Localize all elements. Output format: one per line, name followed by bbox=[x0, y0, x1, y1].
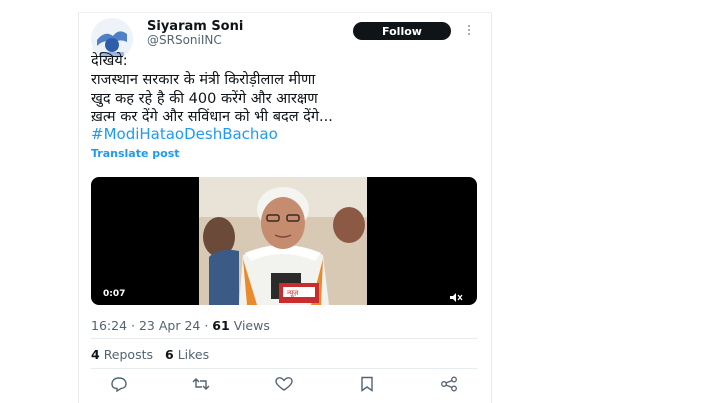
post-date[interactable]: 23 Apr 24 bbox=[139, 318, 200, 333]
divider bbox=[91, 368, 477, 369]
video-frame: न्यूज़ bbox=[199, 177, 367, 305]
post-text-line: खुद कह रहे है की 400 करेंगे और आरक्षण bbox=[91, 91, 318, 107]
post-stats: 4 Reposts 6 Likes bbox=[91, 347, 217, 362]
likes-label: Likes bbox=[177, 347, 210, 362]
post-meta: 16:24 · 23 Apr 24 · 61 Views bbox=[91, 318, 270, 333]
meta-separator: · bbox=[131, 318, 139, 333]
video-time: 0:07 bbox=[103, 289, 126, 299]
post-time[interactable]: 16:24 bbox=[91, 318, 127, 333]
author-handle[interactable]: @SRSoniINC bbox=[147, 33, 222, 47]
repost-icon[interactable] bbox=[191, 376, 211, 392]
likes-stat[interactable]: 6 Likes bbox=[165, 347, 209, 362]
translate-post-link[interactable]: Translate post bbox=[91, 147, 180, 160]
mic-flag-label: न्यूज़ bbox=[287, 289, 299, 297]
author-name[interactable]: Siyaram Soni bbox=[147, 19, 243, 34]
views-count: 61 bbox=[212, 318, 230, 333]
reposts-label: Reposts bbox=[103, 347, 154, 362]
reposts-stat[interactable]: 4 Reposts bbox=[91, 347, 153, 362]
hashtag-link[interactable]: #ModiHataoDeshBachao bbox=[91, 125, 278, 143]
views-label: Views bbox=[233, 318, 270, 333]
volume-icon[interactable] bbox=[449, 288, 463, 302]
more-icon[interactable] bbox=[465, 23, 473, 37]
reposts-count: 4 bbox=[91, 347, 100, 362]
share-icon[interactable] bbox=[439, 376, 459, 392]
bookmark-icon[interactable] bbox=[357, 376, 377, 392]
reply-icon[interactable] bbox=[109, 376, 129, 392]
post-text-line: ख़त्म कर देंगे और सविंधान को भी बदल देंग… bbox=[91, 109, 333, 125]
like-icon[interactable] bbox=[274, 376, 294, 392]
post-text-line: देखिये: bbox=[91, 53, 128, 69]
follow-button[interactable]: Follow bbox=[353, 22, 451, 40]
divider bbox=[91, 338, 477, 339]
video-player[interactable]: न्यूज़ 0:07 bbox=[91, 177, 477, 305]
likes-count: 6 bbox=[165, 347, 174, 362]
post-text-line: राजस्थान सरकार के मंत्री किरोड़ीलाल मीणा bbox=[91, 72, 316, 88]
